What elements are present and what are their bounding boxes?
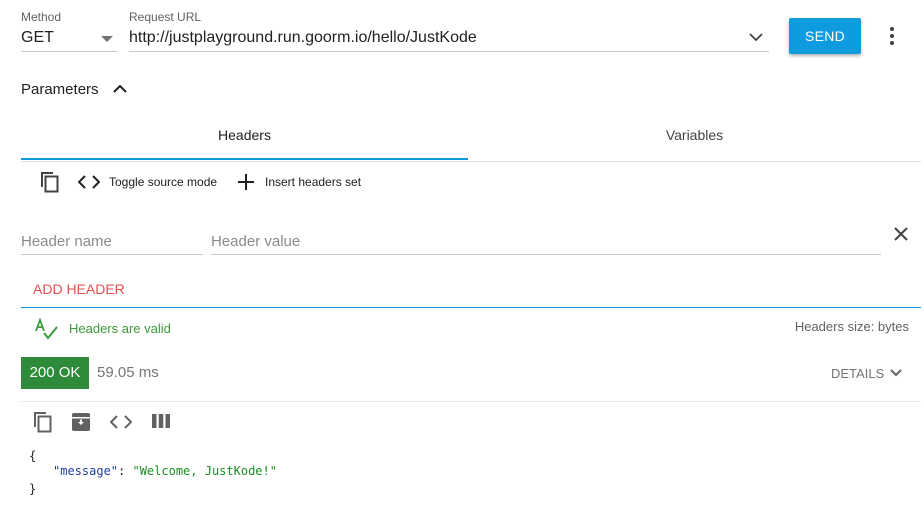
details-button[interactable]: DETAILS <box>831 364 902 382</box>
add-icon <box>237 173 255 191</box>
chevron-up-icon <box>112 84 127 94</box>
code-view-icon[interactable] <box>110 415 132 429</box>
copy-response-icon[interactable] <box>31 411 53 433</box>
json-colon: : <box>118 464 133 478</box>
chevron-down-icon[interactable] <box>749 32 763 42</box>
response-time: 59.05 ms <box>97 364 159 381</box>
parameters-title: Parameters <box>21 80 99 98</box>
json-line: "message": "Welcome, JustKode!" <box>53 464 277 478</box>
toggle-source-mode-button[interactable]: Toggle source mode <box>78 172 217 192</box>
insert-headers-set-label: Insert headers set <box>265 175 362 189</box>
more-vert-icon[interactable] <box>889 26 895 46</box>
headers-valid-status: Headers are valid <box>69 321 171 336</box>
column-view-icon[interactable] <box>152 414 170 428</box>
method-select[interactable]: GET <box>21 26 118 52</box>
method-value: GET <box>21 29 54 46</box>
parameters-toggle[interactable]: Parameters <box>21 78 127 100</box>
headers-size: Headers size: bytes <box>794 319 909 334</box>
request-url-input[interactable]: http://justplayground.run.goorm.io/hello… <box>129 26 769 52</box>
status-badge: 200 OK <box>21 357 89 389</box>
header-name-placeholder: Header name <box>21 233 112 250</box>
json-open-brace: { <box>29 449 37 463</box>
details-label: DETAILS <box>831 365 885 381</box>
chevron-down-icon <box>890 369 902 377</box>
tab-indicator <box>21 158 468 160</box>
toggle-source-mode-label: Toggle source mode <box>109 175 218 189</box>
tab-headers[interactable]: Headers <box>21 118 468 162</box>
code-icon <box>78 175 100 189</box>
response-divider <box>21 401 921 402</box>
insert-headers-set-button[interactable]: Insert headers set <box>237 172 361 192</box>
add-header-button[interactable]: ADD HEADER <box>33 281 125 297</box>
add-header-divider <box>21 307 921 308</box>
parameters-tabs: Headers Variables <box>21 118 921 162</box>
dropdown-arrow-icon <box>101 35 113 43</box>
close-icon[interactable] <box>894 227 908 241</box>
send-button[interactable]: SEND <box>789 18 861 54</box>
method-label: Method <box>21 10 62 24</box>
header-name-input[interactable]: Header name <box>21 228 203 255</box>
tab-variables[interactable]: Variables <box>468 118 921 162</box>
save-archive-icon[interactable] <box>72 413 90 431</box>
request-url-value: http://justplayground.run.goorm.io/hello… <box>129 29 477 46</box>
request-url-label: Request URL <box>129 10 202 24</box>
json-close-brace: } <box>29 482 37 496</box>
json-key: "message" <box>53 464 119 478</box>
copy-icon[interactable] <box>38 171 60 193</box>
header-value-placeholder: Header value <box>211 233 301 250</box>
spellcheck-valid-icon <box>35 318 59 340</box>
header-value-input[interactable]: Header value <box>211 228 881 255</box>
json-string-value: "Welcome, JustKode!" <box>132 464 277 478</box>
